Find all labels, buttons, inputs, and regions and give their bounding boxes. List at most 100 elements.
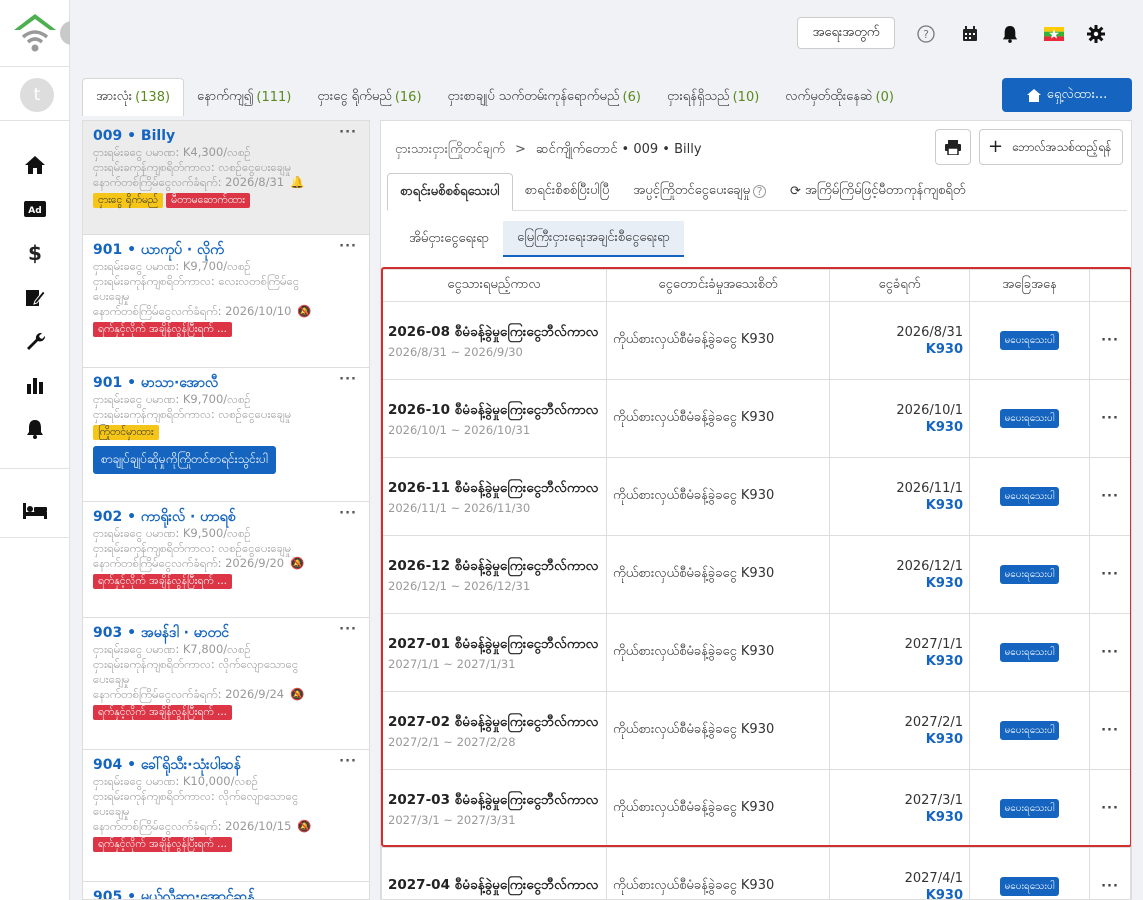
bell-icon[interactable] (23, 417, 47, 441)
notification-bell-icon[interactable] (999, 23, 1021, 45)
status-badge: မပေးရသေးပါ (999, 331, 1060, 350)
more-icon[interactable]: ··· (339, 754, 357, 769)
printer-icon (945, 139, 961, 155)
period-cell: 2026-11 စီမံခန့်ခွဲမှုကြေးငွေဘီလ်ကာလ 2026… (381, 457, 607, 536)
house-search-icon (1026, 88, 1041, 102)
room-title[interactable]: 901 • မာသာ·အောလီ (93, 374, 359, 392)
breadcrumb: ငှားသားငှားကြိုတင်ချက် > ဆင်ကျိုက်တောင် … (395, 142, 702, 157)
period-title: 2027-04 စီမံခန့်ခွဲမှုကြေးငွေဘီလ်ကာလ (388, 876, 599, 893)
more-icon[interactable]: ··· (339, 372, 357, 387)
myanmar-flag-icon[interactable] (1043, 23, 1065, 45)
tab-recurring-meter[interactable]: ⟳ အကြိမ်ကြိမ်ဖြင့်မီတာကုန်ကျစရိတ် (778, 173, 977, 210)
period-title: 2026-11 စီမံခန့်ခွဲမှုကြေးငွေဘီလ်ကာလ (388, 479, 599, 496)
room-title[interactable]: 009 • Billy (93, 127, 359, 145)
list-item[interactable]: 905 • မယ်လီဆာ·အောင်ဆန် (83, 882, 369, 899)
tab-contract-expiring[interactable]: ငှားစာချုပ် သက်တမ်းကုန်ရောက်မည် (6) (435, 78, 654, 116)
calendar-icon[interactable] (959, 23, 981, 45)
reminder-bell-icon[interactable]: 🔔 (290, 175, 304, 190)
tab-vacant[interactable]: ငှားရန်ရှိသည် (10) (654, 78, 772, 116)
row-more-icon[interactable]: ··· (1089, 301, 1131, 380)
tab-reviewed[interactable]: စာရင်းစိစစ်ပြီးပါပြီ (513, 173, 622, 210)
table-row[interactable]: 2026-08 စီမံခန့်ခွဲမှုကြေးငွေဘီလ်ကာလ 2026… (381, 301, 1131, 380)
table-row[interactable]: 2026-12 စီမံခန့်ခွဲမှုကြေးငွေဘီလ်ကာလ 2026… (381, 535, 1131, 614)
more-icon[interactable]: ··· (339, 239, 357, 254)
payment-amount[interactable]: K930 (836, 342, 963, 357)
more-icon[interactable]: ··· (339, 125, 357, 140)
charge-detail: ကိုယ်စားလှယ်စီမံခန့်ခွဲခငွေ K930 (606, 769, 830, 848)
logout-button[interactable]: အရေးအတွက် (797, 17, 895, 49)
status-badge: မပေးရသေးပါ (999, 877, 1060, 896)
ad-icon[interactable]: Ad (23, 197, 47, 221)
payment-amount[interactable]: K930 (836, 654, 963, 669)
logo-icon[interactable] (12, 12, 58, 54)
payment-date: 2026/8/31 (896, 324, 963, 340)
edit-icon[interactable] (23, 285, 47, 309)
payment-amount[interactable]: K930 (836, 576, 963, 591)
more-icon[interactable]: ··· (339, 622, 357, 637)
room-title[interactable]: 902 • ကာရိုးလ် · ဟာရစ် (93, 508, 359, 526)
room-title[interactable]: 904 • ခေါ်ရိုသီး·သုံးပါဆန် (93, 756, 359, 774)
print-button[interactable] (935, 129, 971, 165)
table-row[interactable]: 2027-03 စီမံခန့်ခွဲမှုကြေးငွေဘီလ်ကာလ 2027… (381, 769, 1131, 848)
payment-amount[interactable]: K930 (836, 732, 963, 747)
row-more-icon[interactable]: ··· (1089, 613, 1131, 692)
column-header: ငွေတောင်းခံမှုအသေးစိတ် (606, 269, 830, 302)
chart-icon[interactable] (23, 373, 47, 397)
billing-panel: ငှားသားငှားကြိုတင်ချက် > ဆင်ကျိုက်တောင် … (380, 120, 1132, 900)
pre-register-contract-button[interactable]: စာချုပ်ချုပ်ဆိုမှုကိုကြိုတင်စာရင်းသွင်းပ… (93, 446, 276, 474)
payment-amount[interactable]: K930 (836, 810, 963, 825)
tab-signing[interactable]: လက်မှတ်ထိုးနေဆဲ (0) (772, 78, 907, 116)
room-title[interactable]: 903 • အမန်ဒါ · မာတင် (93, 624, 359, 642)
table-row[interactable]: 2027-04 စီမံခန့်ခွဲမှုကြေးငွေဘီလ်ကာလ ကိုယ… (381, 847, 1131, 900)
tab-prepayment[interactable]: အပ္ပင့်ကြိုတင်ငွေပေးချေမှု? (621, 173, 778, 210)
bed-icon[interactable] (23, 499, 47, 523)
row-more-icon[interactable]: ··· (1089, 457, 1131, 536)
row-more-icon[interactable]: ··· (1089, 769, 1131, 848)
reminder-off-icon[interactable]: 🔕 (297, 819, 311, 834)
row-more-icon[interactable]: ··· (1089, 535, 1131, 614)
payment-date: 2026/12/1 (896, 558, 963, 574)
list-item[interactable]: 902 • ကာရိုးလ် · ဟာရစ် ··· ငှားရမ်းခငွေ … (83, 502, 369, 618)
list-item[interactable]: 903 • အမန်ဒါ · မာတင် ··· ငှားရမ်းခငွေ ပမ… (83, 618, 369, 750)
list-item[interactable]: 901 • မာသာ·အောလီ ··· ငှားရမ်းခငွေ ပမာဏ: … (83, 368, 369, 502)
row-more-icon[interactable]: ··· (1089, 847, 1131, 899)
charge-detail: ကိုယ်စားလှယ်စီမံခန့်ခွဲခငွေ K930 (606, 379, 830, 458)
avatar[interactable]: t (20, 78, 54, 112)
search-button[interactable]: ရှေ့လဲထား... (1002, 78, 1132, 112)
list-item[interactable]: 904 • ခေါ်ရိုသီး·သုံးပါဆန် ··· ငှားရမ်းခ… (83, 750, 369, 882)
room-title[interactable]: 905 • မယ်လီဆာ·အောင်ဆန် (93, 888, 359, 899)
help-icon[interactable]: ? (915, 23, 937, 45)
reminder-off-icon[interactable]: 🔕 (297, 304, 311, 319)
home-icon[interactable] (23, 153, 47, 177)
table-row[interactable]: 2026-10 စီမံခန့်ခွဲမှုကြေးငွေဘီလ်ကာလ 2026… (381, 379, 1131, 458)
payment-amount[interactable]: K930 (836, 420, 963, 435)
payment-cell: 2026/8/31 K930 (829, 301, 970, 380)
payment-amount[interactable]: K930 (836, 498, 963, 513)
tab-all[interactable]: အားလုံး (138) (82, 78, 185, 116)
payment-amount[interactable]: K930 (836, 888, 963, 900)
table-row[interactable]: 2027-02 စီမံခန့်ခွဲမှုကြေးငွေဘီလ်ကာလ 2027… (381, 691, 1131, 770)
table-row[interactable]: 2027-01 စီမံခန့်ခွဲမှုကြေးငွေဘီလ်ကာလ 2027… (381, 613, 1131, 692)
row-more-icon[interactable]: ··· (1089, 691, 1131, 770)
dollar-icon[interactable]: $ (23, 241, 47, 265)
tab-overdue[interactable]: နောက်ကျ၍ (111) (184, 78, 304, 116)
help-icon[interactable]: ? (753, 185, 767, 198)
tab-rent-due[interactable]: ငှားငွေ ရိုက်မည် (16) (304, 78, 434, 116)
tab-house-rent[interactable]: အိမ်ငှားငွေရေးရာ (395, 221, 503, 257)
row-more-icon[interactable]: ··· (1089, 379, 1131, 458)
status-cell: မပေးရသေးပါ (969, 301, 1090, 380)
reminder-off-icon[interactable]: 🔕 (290, 687, 304, 702)
tab-unreviewed[interactable]: စာရင်းမစိစစ်ရသေးပါ (387, 173, 513, 211)
list-item[interactable]: 901 • ယာကုပ် · လိုက် ··· ငှားရမ်းခငွေ ပမ… (83, 235, 369, 368)
more-icon[interactable]: ··· (339, 506, 357, 521)
add-bill-button[interactable]: + ဘောလ်အသစ်ထည့်ရန် (979, 129, 1123, 165)
table-row[interactable]: 2026-11 စီမံခန့်ခွဲမှုကြေးငွေဘီလ်ကာလ 2026… (381, 457, 1131, 536)
column-header: ငွေသားရမည့်ကာလ (381, 269, 607, 302)
list-item[interactable]: 009 • Billy ··· ငှားရမ်းခငွေ ပမာဏ: K4,30… (83, 121, 369, 235)
tab-land-rent[interactable]: မြေကြီးငှားရေးအချင်းစီငွေရေးရာ (503, 221, 684, 257)
reminder-off-icon[interactable]: 🔕 (290, 556, 304, 571)
room-title[interactable]: 901 • ယာကုပ် · လိုက် (93, 241, 359, 259)
settings-gear-icon[interactable] (1085, 23, 1107, 45)
wrench-icon[interactable] (23, 329, 47, 353)
period-cell: 2027-01 စီမံခန့်ခွဲမှုကြေးငွေဘီလ်ကာလ 2027… (381, 613, 607, 692)
